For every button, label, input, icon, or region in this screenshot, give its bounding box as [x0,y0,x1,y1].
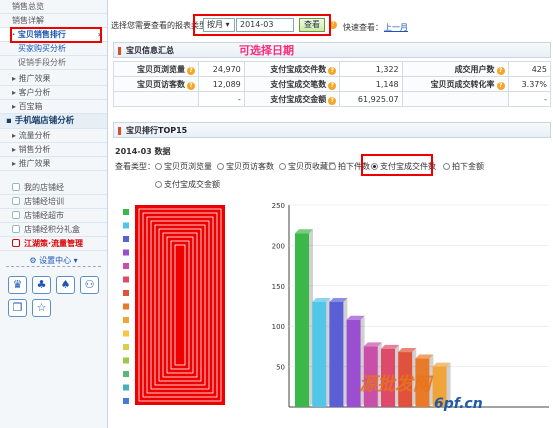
legend-swatch [123,317,129,323]
legend-swatch [123,263,129,269]
flag-icon [12,239,20,247]
option-pv[interactable]: 宝贝页浏览量 [155,161,212,172]
radio-icon [155,163,162,170]
sidebar-item-ad[interactable]: ▸ 推广效果 [0,72,107,86]
table-row: - 支付宝成交金额? 61,925.07 - [113,91,552,107]
help-icon[interactable]: ? [187,66,195,75]
prev-month-link[interactable]: 上一月 [384,22,408,33]
sidebar-item-mobile-sales[interactable]: ▸ 销售分析 [0,143,107,157]
legend [123,205,225,405]
settings-center[interactable]: ⚙ 设置中心 ▾ [6,255,101,267]
annotation-text: 可选择日期 [239,44,294,57]
sidebar-item-mobile-ad[interactable]: ▸ 推广效果 [0,157,107,171]
watermark-url: 6pf.cn [434,396,483,412]
sidebar-mobile-header[interactable]: ▪ 手机端店铺分析 [0,114,107,129]
sidebar-link-traffic-mgmt[interactable]: 江湖策·流量管理 [0,237,107,251]
y-tick-label: 50 [276,364,285,372]
highlight-box-date [193,14,331,36]
sidebar-item-overview[interactable]: 销售总览 [0,0,107,14]
share-icon[interactable]: ⚇ [80,276,99,294]
highlight-box-option [361,154,433,176]
highlight-box-sidebar [10,27,102,43]
legend-swatch [123,276,129,283]
user-group-icon[interactable]: ♠ [56,276,75,294]
bar [312,301,327,407]
app-window: 销售总览 销售详解 · 宝贝销售排行 › 买家购买分析 促销手段分析 ▸ 推广效… [0,0,553,428]
main-content: 选择您需要查看的报表类型： 按月 ▾ 2014-03 查看 ? 快速查看： 上一… [109,0,553,428]
ranking-panel-header: 宝贝排行TOP15 [113,122,551,138]
market-icon [12,211,20,219]
ranking-chart: 250 200 150 100 50 [123,202,549,408]
legend-swatch [123,344,129,350]
radio-icon [217,163,224,170]
help-icon[interactable]: ? [496,81,505,90]
y-tick-label: 150 [272,283,285,291]
quick-view-label: 快速查看： [343,23,383,32]
legend-swatch [123,398,129,404]
table-row: 宝贝页访客数? 12,089 支付宝成交笔数? 1,148 宝贝页成交转化率? … [113,76,552,92]
star-icon[interactable]: ☆ [32,299,51,317]
help-icon[interactable]: ? [187,81,195,90]
option-paid-amount[interactable]: 支付宝成交金额 [155,179,220,190]
bar [295,233,309,407]
help-icon[interactable]: ? [328,81,337,90]
legend-swatch [123,209,129,215]
help-icon[interactable]: ? [496,66,505,75]
option-fav[interactable]: 宝贝页收藏量 [279,161,336,172]
radio-icon [329,163,336,170]
redacted-legend-labels [135,205,225,405]
legend-swatch [123,357,129,364]
users-icon[interactable]: ♣ [32,276,51,294]
sidebar-item-buyer[interactable]: 买家购买分析 [0,42,107,56]
help-icon[interactable]: ? [328,66,337,75]
copy-icon[interactable]: ❐ [8,299,27,317]
legend-swatch [123,236,129,242]
store-icon [12,183,20,191]
sidebar-item-toolbox[interactable]: ▸ 百宝箱 [0,100,107,114]
sidebar-item-traffic[interactable]: ▸ 流量分析 [0,129,107,143]
gift-icon [12,225,20,233]
bar [329,301,344,407]
legend-swatch [123,290,129,296]
legend-swatch [123,249,129,256]
sidebar-link-points[interactable]: 店铺经积分礼盒 [0,223,107,237]
quick-icons: ♛ ♣ ♠ ⚇ ❐ ☆ [0,271,107,322]
sidebar-item-customer[interactable]: ▸ 客户分析 [0,86,107,100]
radio-icon [443,163,450,170]
watermark: 源批发网 [359,374,431,395]
radio-icon [279,163,286,170]
info-panel-header: 宝贝信息汇总 [113,42,551,58]
y-tick-label: 100 [272,323,285,331]
option-uv[interactable]: 宝贝页访客数 [217,161,274,172]
help-icon[interactable]: ? [328,96,337,105]
legend-swatch [123,384,129,391]
radio-icon [155,181,162,188]
data-month-label: 2014-03 数据 [115,147,171,156]
sidebar-link-training[interactable]: 店铺经培训 [0,195,107,209]
crown-icon[interactable]: ♛ [8,276,27,294]
info-table: 宝贝页浏览量? 24,970 支付宝成交件数? 1,322 成交用户数? 425… [113,61,552,107]
sidebar-link-market[interactable]: 店铺经超市 [0,209,107,223]
training-icon [12,197,20,205]
sidebar: 销售总览 销售详解 · 宝贝销售排行 › 买家购买分析 促销手段分析 ▸ 推广效… [0,0,108,428]
sidebar-item-detail[interactable]: 销售详解 [0,14,107,28]
sidebar-link-mine[interactable]: 我的店铺经 [0,181,107,195]
y-tick-label: 200 [272,242,285,250]
legend-swatch [123,222,129,229]
option-order-amount[interactable]: 拍下金额 [443,161,484,172]
y-tick-label: 250 [272,202,285,210]
legend-swatch [123,303,129,310]
table-row: 宝贝页浏览量? 24,970 支付宝成交件数? 1,322 成交用户数? 425 [113,61,552,77]
view-type-label: 查看类型： [115,162,155,171]
legend-swatch [123,371,129,377]
legend-swatch [123,330,129,337]
sidebar-item-promo[interactable]: 促销手段分析 [0,56,107,70]
